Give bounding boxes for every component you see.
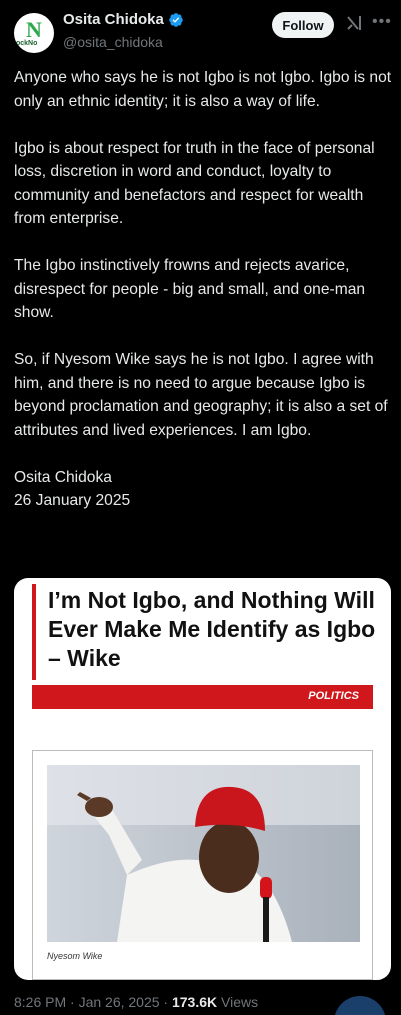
floating-action-button[interactable] — [334, 996, 386, 1015]
verified-badge-icon — [169, 12, 183, 27]
tweet-signature: Osita Chidoka 26 January 2025 — [14, 468, 131, 510]
more-options-icon[interactable]: ••• — [372, 14, 392, 30]
avatar-logo-mark: N — [26, 17, 42, 42]
avatar-logo-text: ockNo — [16, 40, 38, 47]
article-headline: I’m Not Igbo, and Nothing Will Ever Make… — [48, 587, 376, 671]
avatar[interactable]: N ockNo — [14, 13, 54, 53]
photo-illustration — [47, 765, 360, 942]
tweet-text: Anyone who says he is not Igbo is not Ig… — [14, 66, 392, 513]
attached-image-card[interactable]: I’m Not Igbo, and Nothing Will Ever Make… — [14, 578, 391, 980]
tweet-paragraph: Igbo is about respect for truth in the f… — [14, 139, 375, 228]
category-banner: POLITICS — [32, 685, 373, 709]
follow-button[interactable]: Follow — [272, 12, 334, 38]
headline-accent-bar — [32, 584, 36, 680]
views-label: Views — [217, 994, 259, 1010]
grok-icon[interactable] — [345, 14, 363, 32]
author-handle[interactable]: @osita_chidoka — [63, 34, 163, 50]
category-label: POLITICS — [308, 690, 359, 702]
tweet-timestamp[interactable]: 8:26 PM · Jan 26, 2025 · — [14, 994, 172, 1010]
tweet-paragraph: So, if Nyesom Wike says he is not Igbo. … — [14, 351, 388, 439]
author-name-row[interactable]: Osita Chidoka — [63, 11, 184, 28]
tweet-footer: 8:26 PM · Jan 26, 2025 · 173.6K Views — [14, 994, 258, 1010]
photo-frame: Nyesom Wike — [32, 750, 373, 980]
views-count: 173.6K — [171, 994, 218, 1010]
author-name[interactable]: Osita Chidoka — [63, 11, 164, 28]
tweet-paragraph: The Igbo instinctively frowns and reject… — [14, 257, 366, 321]
photo-caption: Nyesom Wike — [47, 951, 103, 961]
tweet-paragraph: Anyone who says he is not Igbo is not Ig… — [14, 69, 392, 110]
tweet-header: N ockNo Osita Chidoka @osita_chidoka Fol… — [0, 0, 401, 62]
article-photo — [47, 765, 360, 942]
